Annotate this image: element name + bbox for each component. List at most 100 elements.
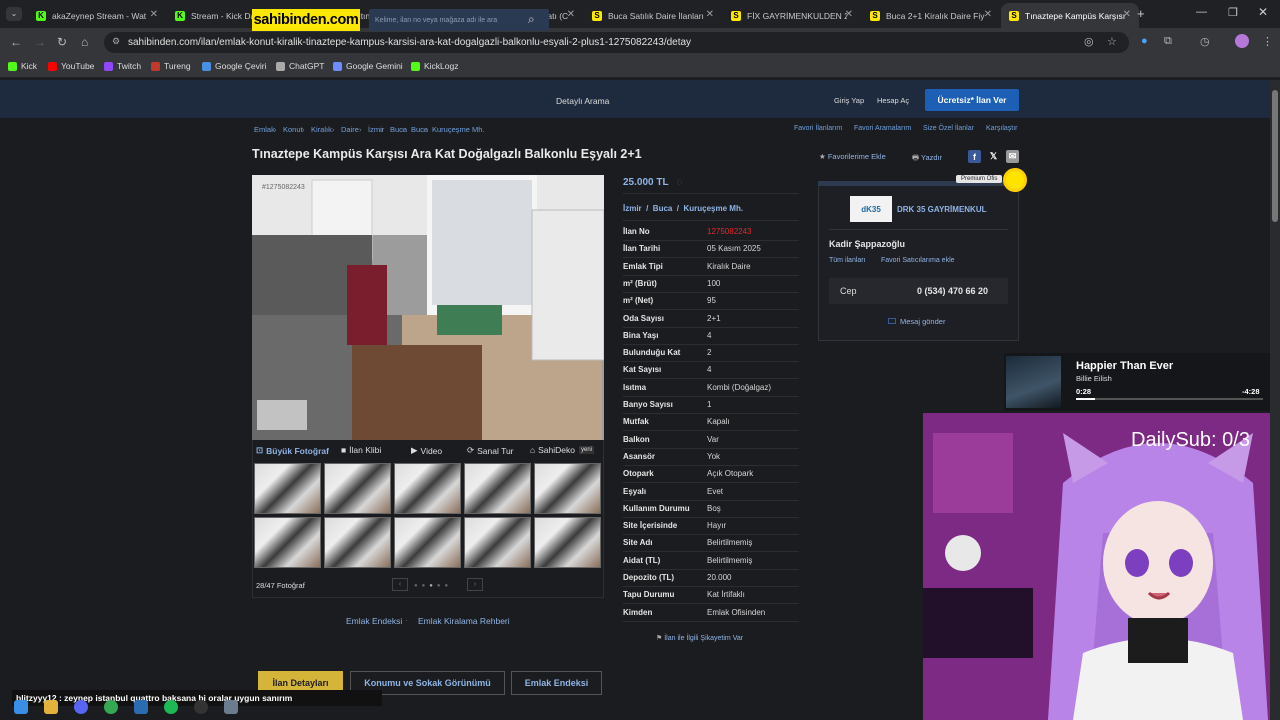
tab-close-icon[interactable]: ✕ xyxy=(845,9,853,20)
obs-icon[interactable] xyxy=(194,700,208,714)
photo-watermark-id: #1275082243 xyxy=(262,184,305,191)
advanced-search-link[interactable]: Detaylı Arama xyxy=(556,96,609,106)
search-input[interactable]: Kelime, ilan no veya mağaza adı ile ara xyxy=(369,9,549,31)
favorite-seller-link[interactable]: Favori Satıcılarıma ekle xyxy=(881,257,955,264)
explorer-icon[interactable] xyxy=(44,700,58,714)
reload-button[interactable]: ↻ xyxy=(57,35,67,49)
seller-divider xyxy=(829,229,1008,230)
bookmark-item[interactable]: ChatGPT xyxy=(276,61,324,71)
maximize-button[interactable]: ❐ xyxy=(1228,6,1238,19)
breadcrumb-item[interactable]: Daire xyxy=(341,125,359,134)
windows-start-icon[interactable] xyxy=(14,700,28,714)
all-ads-link[interactable]: Tüm ilanları xyxy=(829,257,866,264)
profile-avatar[interactable] xyxy=(1235,34,1249,48)
user-link[interactable]: Favori Aramalarım xyxy=(854,125,911,132)
back-button[interactable]: ← xyxy=(10,35,22,49)
detail-key: Bulunduğu Kat xyxy=(623,348,681,358)
email-share-icon[interactable]: ✉ xyxy=(1006,150,1019,163)
detail-row: Bulunduğu Kat 2 xyxy=(623,345,799,363)
premium-badge: Premium Ofis xyxy=(956,175,1003,183)
signup-link[interactable]: Hesap Aç xyxy=(877,96,909,105)
browser-tab[interactable]: S Buca Satılık Daire İlanları ✕ xyxy=(584,3,722,28)
tab-close-icon[interactable]: ✕ xyxy=(1123,9,1131,20)
scrollbar-thumb[interactable] xyxy=(1272,90,1278,222)
browser-tab[interactable]: KakaZeynep Stream - Wat ✕ xyxy=(28,3,166,28)
rental-guide-link[interactable]: Emlak Kiralama Rehberi xyxy=(418,616,510,626)
site-logo[interactable]: sahibinden.com xyxy=(252,9,360,31)
breadcrumb-item[interactable]: Konut xyxy=(283,125,303,134)
monitor-icon[interactable] xyxy=(224,700,238,714)
bookmark-item[interactable]: Google Çeviri xyxy=(202,61,267,71)
tab-real-estate-index[interactable]: Emlak Endeksi xyxy=(511,671,602,695)
location-item[interactable]: İzmir xyxy=(623,204,642,213)
breadcrumb-item[interactable]: Kuruçeşme Mh. xyxy=(432,125,485,134)
detail-value: Kombi (Doğalgaz) xyxy=(707,382,772,392)
menu-icon[interactable]: ⋮ xyxy=(1262,35,1273,48)
tab-close-icon[interactable]: ✕ xyxy=(150,9,158,20)
bookmark-item[interactable]: Tureng xyxy=(151,61,191,71)
search-icon[interactable]: ⌕ xyxy=(528,12,535,27)
bookmark-item[interactable]: KickLogz xyxy=(411,61,459,71)
x-share-icon[interactable]: 𝕏 xyxy=(987,150,1000,163)
breadcrumb-item[interactable]: Emlak xyxy=(254,125,275,134)
eye-off-icon[interactable]: ◎ xyxy=(1084,35,1094,48)
url-field[interactable]: ⚙ sahibinden.com/ilan/emlak-konut-kirali… xyxy=(104,32,1129,53)
browser-tab[interactable]: S Buca 2+1 Kiralık Daire Fiy ✕ xyxy=(862,3,1000,28)
star-icon: ★ xyxy=(819,152,828,161)
extension-icon[interactable]: ● xyxy=(1141,35,1148,47)
tab-label: Tınaztepe Kampüs Karşısı xyxy=(1025,10,1125,21)
tab-close-icon[interactable]: ✕ xyxy=(706,9,714,20)
send-message-link[interactable]: Mesaj gönder xyxy=(888,317,945,326)
complaint-link[interactable]: ⚑ İlan ile İlgili Şikayetim Var xyxy=(656,634,743,642)
message-icon xyxy=(888,318,896,324)
print-link[interactable]: 🖶 Yazdır xyxy=(912,152,942,165)
facebook-share-icon[interactable]: f xyxy=(968,150,981,163)
discord-icon[interactable] xyxy=(74,700,88,714)
detail-key: Otopark xyxy=(623,469,654,479)
forward-button[interactable]: → xyxy=(34,35,46,49)
office-name[interactable]: DRK 35 GAYRİMENKUL xyxy=(897,205,987,214)
puzzle-icon[interactable]: ⧉ xyxy=(1164,35,1172,48)
user-link[interactable]: Favori İlanlarım xyxy=(794,125,842,132)
home-icon[interactable]: ⌂ xyxy=(81,35,88,49)
minimize-button[interactable]: — xyxy=(1196,6,1207,18)
real-estate-index-link[interactable]: Emlak Endeksi xyxy=(346,616,402,626)
user-link[interactable]: Karşılaştır xyxy=(986,125,1018,132)
bookmark-item[interactable]: Twitch xyxy=(104,61,141,71)
detail-value: 20.000 xyxy=(707,573,732,582)
detail-key: m² (Brüt) xyxy=(623,278,657,288)
chrome-icon[interactable] xyxy=(104,700,118,714)
bookmark-item[interactable]: Google Gemini xyxy=(333,61,403,71)
spotify-icon[interactable] xyxy=(164,700,178,714)
phone-number[interactable]: 0 (534) 470 66 20 xyxy=(917,286,988,296)
add-favorite-link[interactable]: ★ Favorilerime Ekle xyxy=(819,152,886,161)
bookmark-item[interactable]: Kick xyxy=(8,61,37,71)
user-link[interactable]: Size Özel İlanlar xyxy=(923,125,974,132)
tab-close-icon[interactable]: ✕ xyxy=(567,9,575,20)
browser-tab[interactable]: S FİX GAYRİMENKULDEN 2 ✕ xyxy=(723,3,861,28)
currency-info-icon[interactable]: ◌ xyxy=(677,177,683,188)
detail-row: m² (Net) 95 xyxy=(623,293,799,311)
tab-label: Buca Satılık Daire İlanları xyxy=(608,10,704,21)
browser-tab[interactable]: S Tınaztepe Kampüs Karşısı ✕ xyxy=(1001,3,1139,28)
site-info-icon[interactable]: ⚙ xyxy=(112,36,120,47)
location-breadcrumb: İzmir / Buca / Kuruçeşme Mh. xyxy=(623,204,743,213)
bookmark-item[interactable]: YouTube xyxy=(48,61,94,71)
tab-label: FİX GAYRİMENKULDEN 2 xyxy=(747,10,847,21)
new-tab-button[interactable]: + xyxy=(1137,6,1145,21)
history-icon[interactable]: ◷ xyxy=(1200,35,1210,48)
tab-search-button[interactable]: ⌄ xyxy=(6,7,22,21)
seller-logo[interactable]: dK35 xyxy=(850,196,892,222)
tab-close-icon[interactable]: ✕ xyxy=(984,9,992,20)
main-photo[interactable]: #1275082243 xyxy=(252,175,604,440)
close-window-button[interactable]: ✕ xyxy=(1258,5,1268,19)
phone-label: Cep xyxy=(840,286,857,296)
location-item[interactable]: Kuruçeşme Mh. xyxy=(683,204,743,213)
bookmark-star-icon[interactable]: ☆ xyxy=(1107,35,1117,48)
login-link[interactable]: Giriş Yap xyxy=(834,96,864,105)
detail-row: Emlak Tipi Kiralık Daire xyxy=(623,259,799,276)
breadcrumb-item[interactable]: Kiralık xyxy=(311,125,332,134)
app-icon[interactable] xyxy=(134,700,148,714)
location-item[interactable]: Buca xyxy=(653,204,673,213)
post-ad-button[interactable]: Ücretsiz* İlan Ver xyxy=(925,89,1019,111)
